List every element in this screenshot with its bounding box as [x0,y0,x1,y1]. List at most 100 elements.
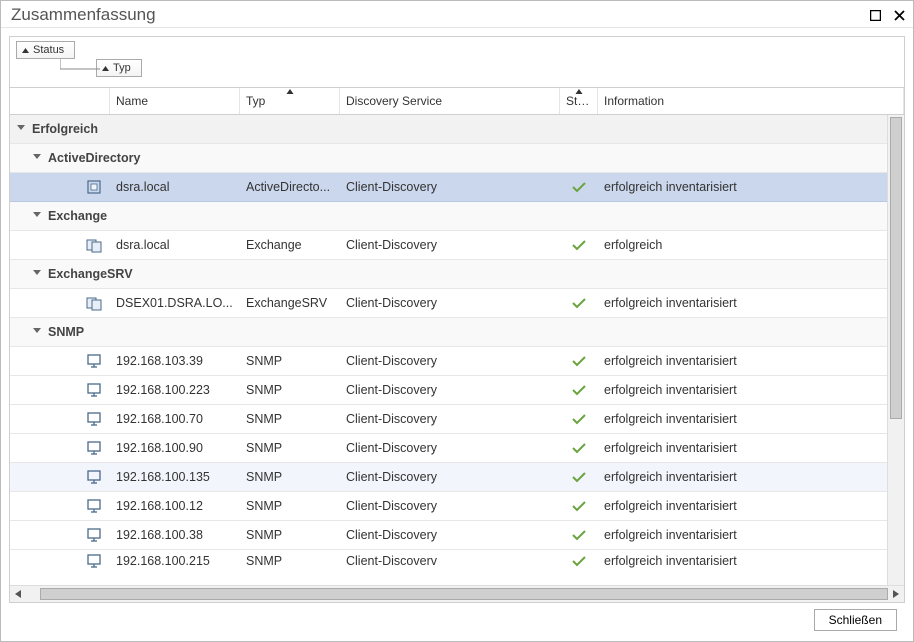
cell-discovery-service: Client-Discovery [340,383,560,397]
table-row[interactable]: 192.168.100.223 SNMP Client-Discovery er… [10,376,904,405]
group-row-exchange[interactable]: Exchange [10,202,904,231]
expand-toggle[interactable] [32,270,42,278]
cell-information: erfolgreich inventarisiert [598,441,904,455]
exchange-server-icon [78,295,110,311]
table-row[interactable]: 192.168.103.39 SNMP Client-Discovery erf… [10,347,904,376]
sort-asc-icon [102,66,109,71]
cell-discovery-service: Client-Discovery [340,470,560,484]
scrollbar-vertical[interactable] [887,115,904,586]
table-row[interactable]: dsra.local Exchange Client-Discovery erf… [10,231,904,260]
titlebar: Zusammenfassung [1,1,913,28]
column-header-spacer [10,88,110,114]
monitor-icon [78,527,110,543]
chevron-down-icon [33,270,41,278]
table-row[interactable]: 192.168.100.12 SNMP Client-Discovery erf… [10,492,904,521]
expand-toggle[interactable] [16,125,26,133]
grid: Status Typ Name Typ Discovery Servi [9,36,905,603]
scrollbar-thumb[interactable] [890,117,902,419]
group-chip-typ-label: Typ [113,62,131,74]
cell-information: erfolgreich inventarisiert [598,554,904,568]
group-row-exchangesrv[interactable]: ExchangeSRV [10,260,904,289]
table-row[interactable]: 192.168.100.38 SNMP Client-Discovery erf… [10,521,904,550]
column-header-name[interactable]: Name [110,88,240,114]
status-ok-icon [560,384,598,396]
expand-toggle[interactable] [32,212,42,220]
window: Zusammenfassung Status Typ [0,0,914,642]
table-row[interactable]: DSEX01.DSRA.LO... ExchangeSRV Client-Dis… [10,289,904,318]
group-label: ExchangeSRV [42,267,139,281]
table-row[interactable]: 192.168.100.70 SNMP Client-Discovery erf… [10,405,904,434]
cell-type: SNMP [240,412,340,426]
chevron-down-icon [17,125,25,133]
exchange-icon [78,237,110,253]
cell-name: 192.168.100.70 [110,412,240,426]
status-ok-icon [560,500,598,512]
close-dialog-button[interactable]: Schließen [814,609,897,631]
column-header-status[interactable]: Status [560,88,598,114]
scrollbar-thumb[interactable] [40,588,888,600]
cell-discovery-service: Client-Discovery [340,412,560,426]
group-label: Exchange [42,209,113,223]
rows-viewport: Erfolgreich ActiveDirectory dsra.local [10,115,904,602]
cell-information: erfolgreich inventarisiert [598,528,904,542]
cell-information: erfolgreich inventarisiert [598,412,904,426]
cell-type: Exchange [240,238,340,252]
monitor-icon [78,498,110,514]
scroll-left-button[interactable] [10,586,26,602]
table-row[interactable]: 192.168.100.215 SNMP Client-Discoverv er… [10,550,904,572]
cell-name: DSEX01.DSRA.LO... [110,296,240,310]
expand-toggle[interactable] [32,328,42,336]
status-ok-icon [560,239,598,251]
group-label: Erfolgreich [26,122,104,136]
cell-name: 192.168.103.39 [110,354,240,368]
status-ok-icon [560,471,598,483]
scrollbar-track[interactable] [26,586,888,602]
group-chip-typ[interactable]: Typ [96,59,142,77]
cell-type: ActiveDirecto... [240,180,340,194]
maximize-button[interactable] [867,7,883,23]
cell-information: erfolgreich inventarisiert [598,470,904,484]
cell-discovery-service: Client-Discovery [340,238,560,252]
cell-information: erfolgreich inventarisiert [598,383,904,397]
group-row-activedirectory[interactable]: ActiveDirectory [10,144,904,173]
status-ok-icon [560,413,598,425]
status-ok-icon [560,181,598,193]
group-row-erfolgreich[interactable]: Erfolgreich [10,115,904,144]
close-icon [894,10,905,21]
status-ok-icon [560,442,598,454]
table-row[interactable]: 192.168.100.90 SNMP Client-Discovery erf… [10,434,904,463]
cell-name: 192.168.100.135 [110,470,240,484]
cell-type: SNMP [240,499,340,513]
cell-type: SNMP [240,470,340,484]
chevron-down-icon [33,154,41,162]
group-row-snmp[interactable]: SNMP [10,318,904,347]
scroll-right-button[interactable] [888,586,904,602]
column-header-discovery-service[interactable]: Discovery Service [340,88,560,114]
chevron-down-icon [33,328,41,336]
monitor-icon [78,382,110,398]
close-button[interactable] [891,7,907,23]
cell-name: 192.168.100.223 [110,383,240,397]
directory-icon [78,179,110,195]
group-chip-status[interactable]: Status [16,41,75,59]
cell-name: 192.168.100.12 [110,499,240,513]
table-row[interactable]: 192.168.100.135 SNMP Client-Discovery er… [10,463,904,492]
monitor-icon [78,440,110,456]
cell-information: erfolgreich inventarisiert [598,354,904,368]
monitor-icon [78,553,110,569]
column-headers: Name Typ Discovery Service Status Inform… [10,87,904,115]
expand-toggle[interactable] [32,154,42,162]
column-header-typ[interactable]: Typ [240,88,340,114]
monitor-icon [78,353,110,369]
sort-asc-icon [286,89,293,94]
cell-discovery-service: Client-Discovery [340,296,560,310]
rows-inner[interactable]: Erfolgreich ActiveDirectory dsra.local [10,115,904,602]
group-by-area[interactable]: Status Typ [10,37,904,87]
status-ok-icon [560,529,598,541]
column-header-information[interactable]: Information [598,88,904,114]
table-row[interactable]: dsra.local ActiveDirecto... Client-Disco… [10,173,904,202]
cell-type: ExchangeSRV [240,296,340,310]
cell-type: SNMP [240,441,340,455]
monitor-icon [78,469,110,485]
scrollbar-horizontal[interactable] [10,585,904,602]
